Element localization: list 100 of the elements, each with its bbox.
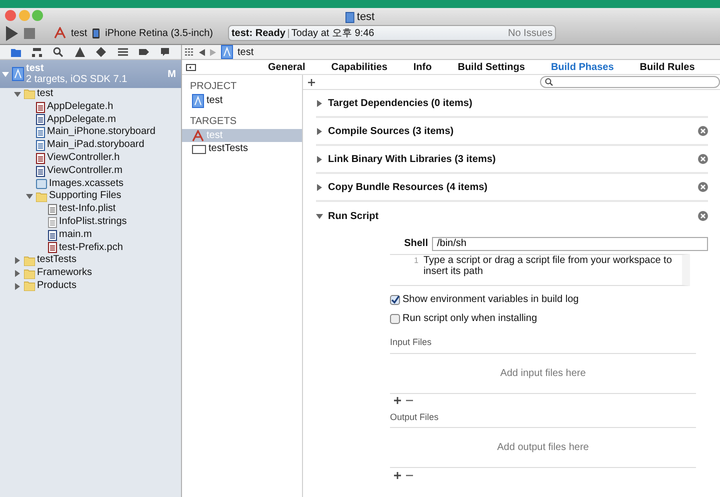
navigator-item[interactable]: test-Prefix.pch — [0, 242, 181, 254]
list-heading: Input Files — [390, 336, 696, 354]
file-icon — [48, 204, 56, 216]
item-label: ViewController.h — [47, 152, 120, 165]
item-label: ViewController.m — [47, 164, 122, 178]
folder-icon — [24, 268, 34, 279]
phase-title: Compile Sources (3 items) — [328, 124, 454, 138]
tab[interactable]: Build Settings — [458, 60, 525, 74]
back-icon[interactable] — [198, 48, 204, 56]
file-icon — [36, 114, 44, 126]
project-icon — [12, 67, 24, 81]
tab[interactable]: Info — [413, 60, 432, 74]
folder-icon[interactable] — [10, 47, 21, 57]
hierarchy-icon[interactable] — [32, 47, 42, 57]
navigator-item[interactable]: test-Info.plist — [0, 203, 181, 216]
navigator-item[interactable]: Products — [0, 280, 181, 293]
expanded-triangle-icon[interactable] — [14, 90, 21, 98]
speech-bubble-icon[interactable] — [160, 47, 170, 57]
section-heading: TARGETS — [189, 115, 238, 129]
grid-icon[interactable] — [184, 48, 194, 56]
target-label: testTests — [208, 142, 248, 155]
diamond-icon[interactable] — [96, 47, 106, 57]
play-icon[interactable] — [5, 26, 19, 40]
field-label: Shell — [403, 237, 428, 251]
remove-icon[interactable] — [698, 182, 708, 192]
item-label: test-Prefix.pch — [59, 242, 123, 254]
phase-header[interactable]: Link Binary With Libraries (3 items) — [316, 146, 708, 174]
navigator-item[interactable]: Main_iPad.storyboard — [0, 139, 181, 152]
search-icon — [545, 78, 553, 86]
navigator-item[interactable]: Frameworks — [0, 267, 181, 280]
modified-label: M — [168, 68, 176, 80]
navigator-item[interactable]: Supporting Files — [0, 190, 181, 204]
file-icon — [48, 242, 56, 254]
navigator-item[interactable]: Main_iPhone.storyboard — [0, 126, 181, 140]
target-label: test — [206, 129, 223, 142]
phase-title: Link Binary With Libraries (3 items) — [328, 152, 496, 166]
add-icon[interactable] — [394, 397, 401, 404]
remove-icon[interactable] — [698, 154, 708, 164]
navigator-item[interactable]: Images.xcassets — [0, 178, 181, 190]
scheme-name[interactable]: test — [71, 26, 88, 40]
script-placeholder: Type a script or drag a script file from your workspace to insert its path — [423, 255, 673, 279]
build-status: test: Ready — [231, 26, 286, 40]
build-time: Today at 오후 9:46 — [291, 26, 374, 40]
checked-checkbox[interactable] — [390, 294, 400, 304]
navigator-item[interactable]: AppDelegate.m — [0, 114, 181, 126]
collapsed-triangle-icon[interactable] — [316, 100, 323, 106]
collapsed-triangle-icon[interactable] — [316, 156, 323, 162]
phase-header[interactable]: Target Dependencies (0 items) — [316, 90, 708, 118]
tab[interactable]: Build Rules — [640, 60, 695, 74]
line-number: 1 — [414, 255, 418, 267]
file-icon — [36, 166, 44, 177]
target-item[interactable]: test — [182, 94, 302, 107]
search-field[interactable] — [540, 76, 720, 88]
device-name[interactable]: iPhone Retina (3.5-inch) — [105, 26, 213, 40]
unchecked-checkbox[interactable] — [390, 314, 400, 324]
add-icon[interactable] — [394, 472, 401, 478]
phase-title: Target Dependencies (0 items) — [328, 96, 472, 110]
window-title: test — [356, 10, 375, 25]
navigator-item[interactable]: ViewController.h — [0, 152, 181, 165]
remove-icon[interactable] — [698, 126, 708, 136]
remove-icon[interactable] — [406, 397, 413, 404]
expanded-triangle-icon[interactable] — [26, 193, 33, 200]
item-label: main.m — [59, 228, 92, 242]
collapsed-triangle-icon[interactable] — [316, 128, 323, 134]
target-item[interactable]: testTests — [182, 142, 302, 155]
item-label: testTests — [37, 254, 76, 268]
sidebar-toggle-icon[interactable] — [186, 64, 196, 70]
project-icon — [220, 45, 232, 59]
stop-icon[interactable] — [24, 28, 35, 38]
breadcrumb-link[interactable]: test — [238, 45, 254, 60]
script-editor[interactable]: 1 Type a script or drag a script file from your workspace to insert its path — [390, 254, 690, 286]
warning-icon[interactable] — [74, 47, 85, 57]
list-icon[interactable] — [118, 47, 128, 57]
add-icon[interactable] — [308, 78, 315, 86]
navigator-item[interactable]: main.m — [0, 228, 181, 242]
remove-icon[interactable] — [698, 211, 708, 221]
tab[interactable]: General — [268, 60, 306, 74]
tab[interactable]: Capabilities — [331, 60, 388, 74]
target-label: test — [206, 94, 223, 107]
phase-header[interactable]: Run Script — [316, 202, 708, 230]
collapsed-triangle-icon[interactable] — [316, 184, 323, 190]
phase-header[interactable]: Copy Bundle Resources (4 items) — [316, 174, 708, 202]
tag-icon[interactable] — [138, 47, 149, 57]
tab[interactable]: Build Phases — [550, 60, 614, 74]
shell-field[interactable]: /bin/sh — [432, 236, 708, 250]
navigator-item[interactable]: AppDelegate.h — [0, 100, 181, 114]
close-button[interactable] — [5, 10, 16, 20]
item-label: Main_iPhone.storyboard — [47, 126, 156, 140]
folder-icon — [36, 192, 46, 202]
option-label: Run script only when installing — [402, 312, 538, 326]
search-icon[interactable] — [53, 47, 64, 57]
expanded-triangle-icon[interactable] — [316, 212, 323, 220]
phase-title: Run Script — [328, 210, 379, 224]
navigator-item[interactable]: testTests — [0, 254, 181, 268]
navigator-item[interactable]: InfoPlist.strings — [0, 216, 181, 229]
item-label: Frameworks — [37, 267, 92, 280]
navigator-item[interactable]: ViewController.m — [0, 164, 181, 178]
document-icon — [345, 12, 354, 23]
phase-header[interactable]: Compile Sources (3 items) — [316, 118, 708, 146]
navigator-item[interactable]: test — [0, 88, 181, 101]
